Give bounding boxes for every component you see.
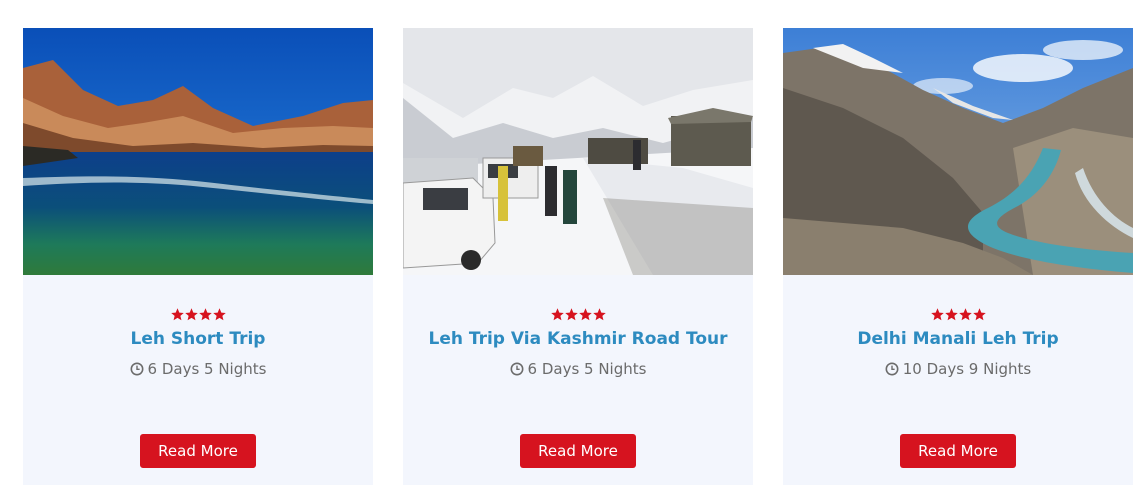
package-photo-snow-road[interactable] bbox=[403, 28, 753, 275]
clock-icon bbox=[510, 362, 523, 376]
package-photo-lake[interactable] bbox=[23, 28, 373, 275]
package-duration: 10 Days 9 Nights bbox=[783, 359, 1133, 379]
star-icon bbox=[578, 308, 592, 321]
star-icon bbox=[930, 308, 944, 321]
read-more-button[interactable]: Read More bbox=[900, 434, 1016, 468]
duration-text: 6 Days 5 Nights bbox=[147, 360, 267, 378]
star-icon bbox=[958, 308, 972, 321]
package-card-body: Delhi Manali Leh Trip 10 Days 9 Nights R… bbox=[783, 275, 1133, 485]
read-more-button[interactable]: Read More bbox=[140, 434, 256, 468]
package-card[interactable]: Leh Short Trip 6 Days 5 Nights Read More bbox=[23, 28, 373, 485]
star-icon bbox=[550, 308, 564, 321]
star-icon bbox=[170, 308, 184, 321]
star-icon bbox=[212, 308, 226, 321]
package-title[interactable]: Delhi Manali Leh Trip bbox=[783, 328, 1133, 350]
package-cards: Leh Short Trip 6 Days 5 Nights Read More bbox=[0, 0, 1145, 489]
package-title[interactable]: Leh Short Trip bbox=[23, 328, 373, 350]
package-duration: 6 Days 5 Nights bbox=[403, 359, 753, 379]
package-card[interactable]: Delhi Manali Leh Trip 10 Days 9 Nights R… bbox=[783, 28, 1133, 485]
read-more-button[interactable]: Read More bbox=[520, 434, 636, 468]
star-icon bbox=[198, 308, 212, 321]
clock-icon bbox=[885, 362, 899, 376]
package-photo-river-valley[interactable] bbox=[783, 28, 1133, 275]
duration-text: 6 Days 5 Nights bbox=[527, 360, 647, 378]
package-duration: 6 Days 5 Nights bbox=[23, 359, 373, 379]
package-card[interactable]: Leh Trip Via Kashmir Road Tour 6 Days 5 … bbox=[403, 28, 753, 485]
package-card-body: Leh Trip Via Kashmir Road Tour 6 Days 5 … bbox=[403, 275, 753, 485]
package-card-body: Leh Short Trip 6 Days 5 Nights Read More bbox=[23, 275, 373, 485]
duration-text: 10 Days 9 Nights bbox=[902, 360, 1032, 378]
star-icon bbox=[944, 308, 958, 321]
clock-icon bbox=[130, 362, 143, 376]
rating-stars bbox=[23, 307, 373, 325]
star-icon bbox=[972, 308, 986, 321]
star-icon bbox=[592, 308, 606, 321]
rating-stars bbox=[783, 307, 1133, 325]
package-title[interactable]: Leh Trip Via Kashmir Road Tour bbox=[403, 328, 753, 350]
star-icon bbox=[184, 308, 198, 321]
star-icon bbox=[564, 308, 578, 321]
rating-stars bbox=[403, 307, 753, 325]
